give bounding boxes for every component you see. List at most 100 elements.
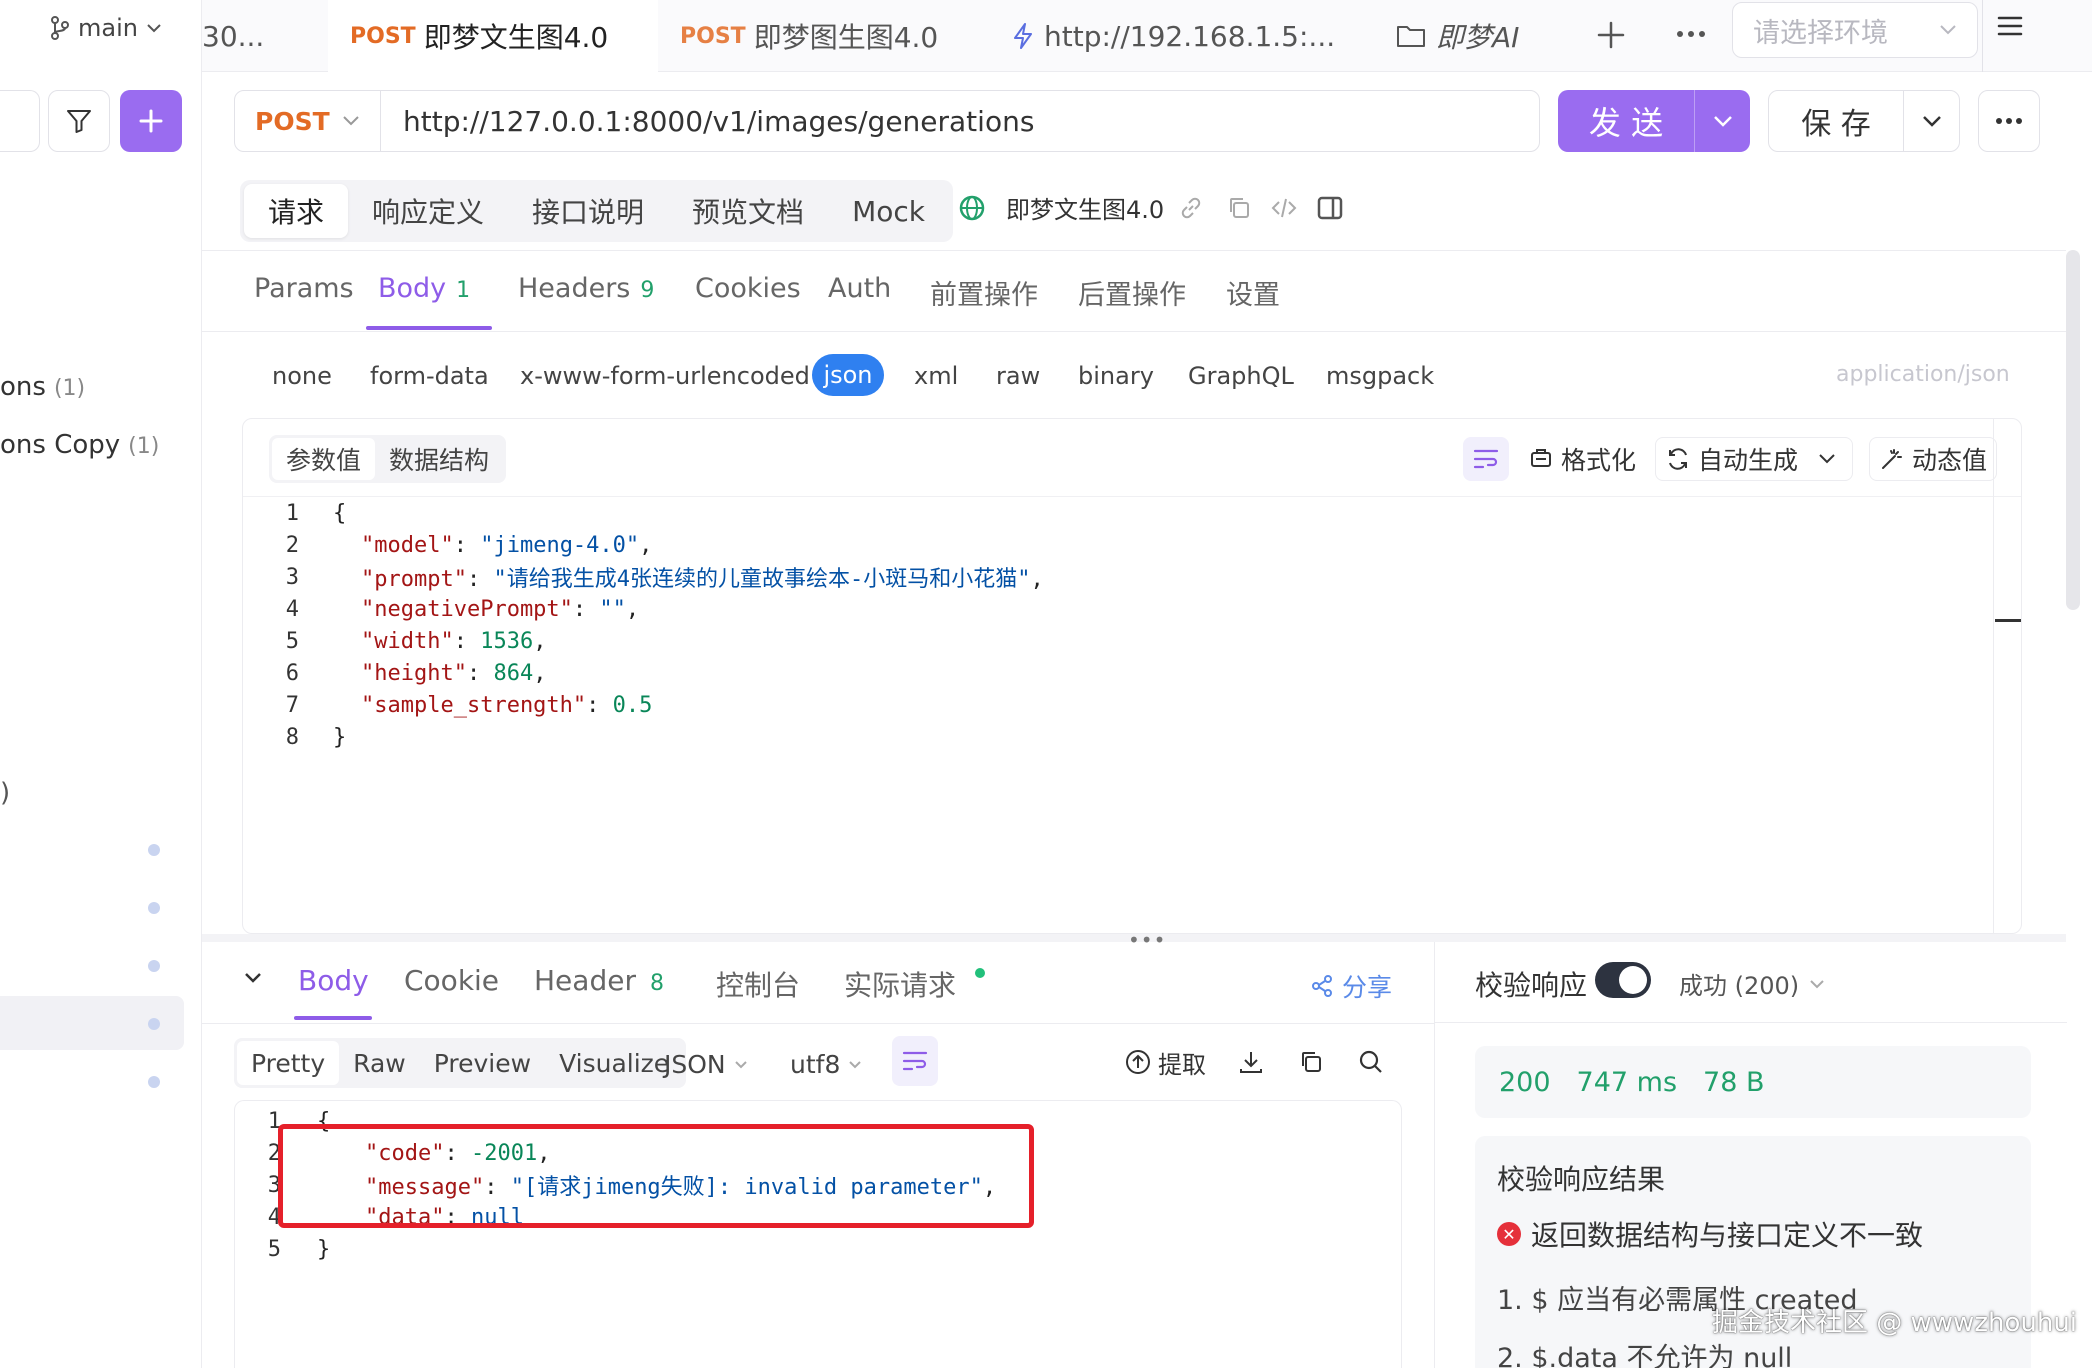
line-number: 1 — [267, 1108, 281, 1134]
tab-item[interactable]: POST 即梦图生图4.0 — [658, 0, 988, 72]
tab-console[interactable]: 控制台 — [716, 964, 800, 1004]
request-code-area[interactable]: 1{2 "model": "jimeng-4.0", 3 "prompt": "请给我… — [243, 497, 1943, 927]
collapse-button[interactable] — [244, 972, 262, 984]
tab-cookies[interactable]: Cookies — [695, 273, 801, 304]
dynamic-value-button[interactable]: 动态值 — [1869, 437, 1997, 481]
body-type-json[interactable]: json — [812, 354, 884, 396]
tab-response-cookie[interactable]: Cookie — [404, 964, 499, 997]
copy-icon[interactable] — [1226, 195, 1252, 221]
line-number: 6 — [285, 660, 299, 686]
tab-response-header[interactable]: Header 8 — [534, 964, 664, 997]
tab-body[interactable]: Body 1 — [378, 273, 470, 304]
copy-button[interactable] — [1298, 1044, 1324, 1080]
tab-pre-processors[interactable]: 前置操作 — [930, 273, 1038, 312]
body-type-graphql[interactable]: GraphQL — [1188, 362, 1294, 390]
chevron-down-icon[interactable] — [1818, 453, 1836, 465]
sidebar-item[interactable]: ons Copy (1) — [0, 430, 159, 460]
more-button[interactable] — [1978, 90, 2040, 152]
tab-settings[interactable]: 设置 — [1226, 273, 1280, 312]
line-number: 7 — [285, 692, 299, 718]
body-type-xml[interactable]: xml — [914, 362, 958, 390]
tab-mock[interactable]: Mock — [828, 184, 949, 238]
format-select[interactable]: JSON — [664, 1050, 748, 1079]
tab-preview-docs[interactable]: 预览文档 — [668, 184, 828, 238]
validation-toggle[interactable] — [1595, 962, 1651, 998]
branch-selector[interactable]: main — [50, 14, 162, 42]
method-select[interactable]: POST — [235, 91, 381, 151]
share-button[interactable]: 分享 — [1310, 968, 1392, 1004]
tab-actual-request[interactable]: 实际请求 — [844, 964, 985, 1004]
sidebar-item[interactable]: ons (1) — [0, 372, 85, 402]
body-type-raw[interactable]: raw — [996, 362, 1040, 390]
tab-pretty[interactable]: Pretty — [237, 1041, 340, 1085]
tab-label: Auth — [828, 273, 892, 304]
new-tab-button[interactable] — [1596, 20, 1626, 50]
tab-param-values[interactable]: 参数值 — [272, 438, 376, 480]
encoding-select[interactable]: utf8 — [790, 1050, 862, 1079]
code-icon[interactable] — [1270, 195, 1298, 221]
chevron-down-icon — [146, 23, 162, 33]
code-line: 5 "width": 1536, — [243, 625, 547, 657]
body-type-msgpack[interactable]: msgpack — [1326, 362, 1434, 390]
scrollbar[interactable] — [2066, 250, 2080, 610]
response-size: 78 B — [1703, 1066, 1765, 1098]
tab-params[interactable]: Params — [254, 273, 354, 304]
send-button[interactable]: 发 送 — [1558, 90, 1750, 152]
tab-raw[interactable]: Raw — [339, 1041, 420, 1085]
menu-button[interactable] — [1996, 14, 2024, 38]
url-input[interactable]: http://127.0.0.1:8000/v1/images/generati… — [381, 105, 1034, 138]
code-text: "negativePrompt": "", — [361, 597, 639, 622]
tab-response-body[interactable]: Body — [298, 964, 369, 997]
tab-request[interactable]: 请求 — [244, 184, 349, 238]
status-code: 200 — [1499, 1066, 1551, 1098]
body-type-binary[interactable]: binary — [1078, 362, 1154, 390]
tab-preview[interactable]: Preview — [420, 1041, 545, 1085]
auto-generate-button[interactable]: 自动生成 — [1655, 437, 1853, 481]
search-button[interactable] — [1358, 1044, 1384, 1080]
add-button[interactable] — [120, 90, 182, 152]
tab-visualize[interactable]: Visualize — [545, 1041, 683, 1085]
sidebar-item-fragment: ) — [0, 778, 11, 808]
body-type-form-data[interactable]: form-data — [370, 362, 489, 390]
wrap-button[interactable] — [1463, 437, 1509, 481]
filter-icon — [65, 107, 93, 135]
dynamic-value-label: 动态值 — [1912, 446, 1988, 475]
tab-item[interactable]: 即梦AI — [1396, 0, 1546, 72]
method-label: POST — [255, 106, 330, 136]
extract-button[interactable]: 提取 — [1124, 1044, 1206, 1080]
validation-status-select[interactable]: 成功 (200) — [1679, 966, 1825, 1001]
tab-item[interactable]: http://192.168.1.5:... — [1012, 0, 1364, 72]
body-type-urlencoded[interactable]: x-www-form-urlencoded — [520, 362, 810, 390]
tab-item[interactable]: 30... — [202, 0, 328, 72]
tab-item-active[interactable]: POST 即梦文生图4.0 — [328, 0, 658, 72]
code-token: : — [572, 596, 600, 622]
tab-response-definition[interactable]: 响应定义 — [348, 184, 508, 238]
panel-layout-icon[interactable] — [1316, 195, 1344, 221]
filter-button[interactable] — [48, 90, 110, 152]
tab-label: 即梦AI — [1436, 21, 1520, 54]
wrap-button[interactable] — [892, 1036, 938, 1086]
environment-select[interactable]: 请选择环境 — [1732, 2, 1978, 58]
tab-label: Body — [298, 964, 369, 997]
tab-auth[interactable]: Auth — [828, 273, 891, 304]
code-text: "model": "jimeng-4.0", — [361, 533, 652, 558]
code-token: : — [453, 628, 481, 654]
chevron-down-icon — [1939, 24, 1957, 36]
send-dropdown[interactable] — [1694, 90, 1750, 152]
save-dropdown[interactable] — [1903, 91, 1959, 151]
code-text: "height": 864, — [361, 661, 546, 686]
body-type-none[interactable]: none — [272, 362, 332, 390]
divider — [1982, 0, 1983, 72]
save-button[interactable]: 保 存 — [1768, 90, 1960, 152]
tab-post-processors[interactable]: 后置操作 — [1078, 273, 1186, 312]
tab-label: 30... — [202, 19, 265, 53]
tabs-more-button[interactable] — [1676, 30, 1706, 38]
link-icon[interactable] — [1178, 195, 1204, 221]
sidebar-search-input[interactable] — [0, 90, 40, 152]
tab-data-structure[interactable]: 数据结构 — [375, 438, 503, 480]
code-token: } — [333, 724, 347, 750]
download-button[interactable] — [1238, 1044, 1264, 1080]
tab-api-description[interactable]: 接口说明 — [508, 184, 668, 238]
format-button[interactable]: 格式化 — [1529, 437, 1636, 481]
tab-headers[interactable]: Headers 9 — [518, 273, 654, 304]
